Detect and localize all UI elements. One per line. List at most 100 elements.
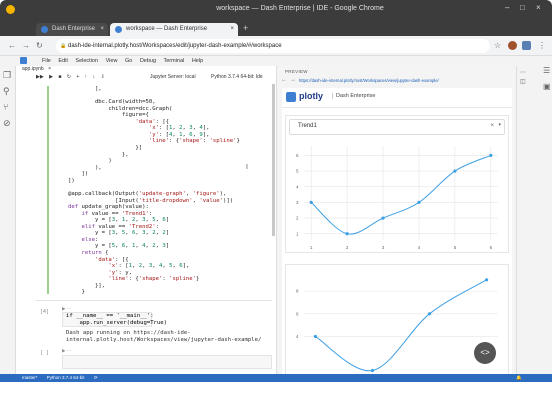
data-point bbox=[417, 200, 421, 204]
cell-toolbar-icon[interactable]: ▶ ⋯ bbox=[62, 348, 71, 354]
code-line: 'x': [1, 2, 3, 4], bbox=[148, 125, 210, 132]
data-point bbox=[427, 312, 432, 316]
tab-workspace[interactable]: workspace — Dash Enterprise × bbox=[110, 23, 238, 36]
preview-forward-icon[interactable]: → bbox=[290, 77, 296, 83]
x-tick-label: 2 bbox=[346, 245, 349, 250]
close-icon[interactable]: × bbox=[536, 3, 541, 12]
code-line: elif value == 'Trend2': bbox=[81, 223, 159, 230]
code-line: }] bbox=[68, 145, 143, 152]
kernel-label[interactable]: Jupyter Server: local bbox=[150, 74, 196, 80]
source-control-icon[interactable]: ⑂ bbox=[3, 102, 8, 112]
back-icon[interactable]: ← bbox=[8, 41, 16, 50]
minimize-icon[interactable]: – bbox=[505, 3, 509, 12]
code-line: 'data': [{ bbox=[135, 118, 170, 125]
dropdown-caret-icon[interactable]: ▾ bbox=[498, 122, 501, 128]
code-line: ) bbox=[68, 158, 112, 165]
code-toggle-button[interactable]: <> bbox=[474, 342, 496, 364]
move-down-icon[interactable]: ↓ bbox=[93, 74, 96, 80]
code-line: children=dcc.Graph( bbox=[68, 105, 173, 112]
branch-label[interactable]: master* bbox=[22, 375, 38, 380]
sync-icon[interactable]: ⟳ bbox=[94, 375, 98, 380]
split-view-icon[interactable]: ◫ bbox=[520, 78, 526, 85]
new-tab-button[interactable]: + bbox=[243, 23, 248, 33]
menu-bar: File Edit Selection View Go Debug Termin… bbox=[0, 56, 552, 66]
menu-item-help[interactable]: Help bbox=[192, 58, 203, 64]
code-line: ], bbox=[68, 86, 102, 92]
tab-close-icon[interactable]: × bbox=[100, 26, 104, 32]
preview-url[interactable]: https://dash-ide-internal.plotly.host/Wo… bbox=[299, 78, 509, 86]
tab-close-icon[interactable]: × bbox=[48, 66, 51, 72]
chrome-menu-icon[interactable]: ⋮ bbox=[538, 41, 546, 50]
search-icon[interactable]: ⚲ bbox=[3, 86, 10, 97]
menu-item-debug[interactable]: Debug bbox=[140, 58, 156, 64]
notebook-tab[interactable]: app.ipynb × bbox=[22, 66, 51, 74]
code-cell-5[interactable] bbox=[62, 355, 272, 369]
title-dropdown[interactable]: Trend1 × ▾ bbox=[289, 119, 505, 135]
restart-icon[interactable]: ↻ bbox=[67, 74, 71, 80]
address-input[interactable]: 🔒 dash-ide-internal.plotly.host/Workspac… bbox=[56, 39, 490, 53]
trend-chart[interactable]: 1 2 3 4 5 6 1 2 3 4 5 6 bbox=[286, 138, 508, 254]
title-bar: workspace — Dash Enterprise | IDE - Goog… bbox=[0, 0, 552, 36]
stop-icon[interactable]: ■ bbox=[58, 74, 61, 80]
star-icon[interactable]: ☆ bbox=[494, 41, 501, 50]
menu-item-go[interactable]: Go bbox=[125, 58, 132, 64]
data-point bbox=[309, 200, 313, 204]
preview-icon[interactable]: ▣ bbox=[543, 82, 551, 91]
y-tick-label: 4 bbox=[296, 334, 299, 339]
forward-icon[interactable]: → bbox=[22, 41, 30, 50]
code-line: [Input('title-dropdown', 'value')]) bbox=[68, 197, 234, 204]
tab-label: workspace — Dash Enterprise bbox=[126, 26, 208, 32]
output-line: internal.plotly.host/Workspaces/view/jup… bbox=[66, 337, 262, 343]
code-line: }, bbox=[68, 151, 129, 158]
more-icon[interactable]: ⋯ bbox=[520, 69, 526, 76]
right-sidebar: ⋯ ◫ ☰ ▣ bbox=[516, 66, 552, 374]
data-point bbox=[453, 169, 457, 173]
menu-item-terminal[interactable]: Terminal bbox=[163, 58, 184, 64]
x-tick-label: 4 bbox=[418, 245, 421, 250]
preview-back-icon[interactable]: ← bbox=[281, 77, 287, 83]
status-bar: master* Python 3.7.4 64-bit ⟳ 🔔 bbox=[0, 374, 552, 382]
export-icon[interactable]: ⇩ bbox=[100, 74, 104, 80]
editor-scrollbar[interactable] bbox=[272, 84, 275, 236]
cell-execution-count: [4] bbox=[40, 309, 50, 315]
data-point bbox=[313, 334, 318, 339]
tab-close-icon[interactable]: × bbox=[230, 26, 234, 32]
tab-dash-enterprise[interactable]: Dash Enterprise × bbox=[36, 23, 108, 36]
menu-item-selection[interactable]: Selection bbox=[75, 58, 98, 64]
notification-icon[interactable]: 🔔 bbox=[516, 375, 522, 381]
code-line: 'y': [4, 1, 6, 9], bbox=[148, 131, 210, 138]
code-line: dbc.Card(width=50, bbox=[68, 99, 156, 106]
code-line: ]) bbox=[68, 171, 89, 178]
menu-item-edit[interactable]: Edit bbox=[58, 58, 67, 64]
python-interpreter-label[interactable]: Python 3.7.4 64-bit bbox=[47, 375, 85, 380]
add-cell-icon[interactable]: + bbox=[76, 74, 79, 80]
browser-window: workspace — Dash Enterprise | IDE - Goog… bbox=[0, 0, 552, 408]
run-all-icon[interactable]: ▶▶ bbox=[36, 74, 44, 80]
move-up-icon[interactable]: ↑ bbox=[85, 74, 88, 80]
x-tick-label: 3 bbox=[382, 245, 385, 250]
data-point bbox=[370, 368, 375, 373]
dropdown-clear-icon[interactable]: × bbox=[490, 123, 494, 129]
reload-icon[interactable]: ↻ bbox=[36, 41, 43, 50]
code-line: ]) bbox=[68, 177, 75, 184]
ide-logo-icon bbox=[20, 57, 27, 64]
menu-item-file[interactable]: File bbox=[42, 58, 51, 64]
activity-bar: ❐ ⚲ ⑂ ⊘ bbox=[0, 66, 16, 374]
url-text: dash-ide-internal.plotly.host/Workspaces… bbox=[68, 43, 282, 49]
python-kernel-label[interactable]: Python 3.7.4 64-bit: Ide bbox=[211, 74, 263, 80]
run-cell-icon[interactable]: ▶ bbox=[49, 74, 53, 80]
page-bottom bbox=[0, 382, 552, 408]
code-line: } bbox=[68, 289, 85, 296]
explorer-icon[interactable]: ❐ bbox=[3, 70, 11, 81]
code-line: else: bbox=[81, 236, 99, 243]
extension-icon[interactable] bbox=[522, 41, 531, 50]
maximize-icon[interactable]: □ bbox=[520, 3, 525, 12]
menu-item-view[interactable]: View bbox=[106, 58, 118, 64]
preview-panel: PREVIEW ← → https://dash-ide-internal.pl… bbox=[276, 66, 516, 374]
avatar[interactable] bbox=[508, 41, 517, 50]
dash-header: plotly Dash Enterprise bbox=[282, 88, 512, 108]
notebook-tab-label: app.ipynb bbox=[22, 66, 44, 72]
code-line: 'line': {'shape': 'spline'} bbox=[148, 138, 240, 145]
debug-icon[interactable]: ⊘ bbox=[3, 118, 11, 129]
outline-icon[interactable]: ☰ bbox=[543, 66, 550, 75]
